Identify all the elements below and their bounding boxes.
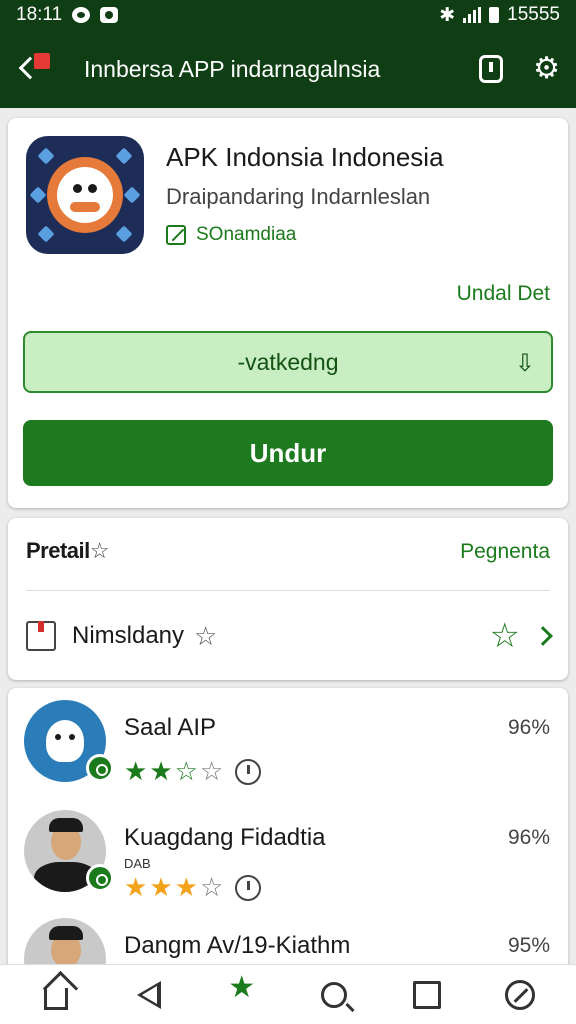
- clock-icon: [235, 874, 262, 901]
- battery-icon: [489, 7, 500, 23]
- nav-block-button[interactable]: [500, 975, 540, 1015]
- star-icon: ★: [228, 971, 256, 1004]
- list-item-percent: 95%: [507, 934, 550, 957]
- divider: [26, 590, 550, 591]
- list-item-percent: 96%: [507, 716, 550, 739]
- star-outline-icon: ☆: [194, 620, 218, 651]
- chevron-right-icon[interactable]: [533, 626, 553, 646]
- star-outline-icon: ☆: [89, 538, 110, 563]
- search-icon: [321, 981, 348, 1008]
- list-item-tag: DAB: [124, 856, 151, 871]
- secondary-button[interactable]: -vatkedng ⇩: [23, 331, 553, 393]
- section-row[interactable]: Nimsldany ☆ ☆: [26, 616, 553, 656]
- secondary-button-label: -vatkedng: [237, 348, 339, 375]
- nav-star-button[interactable]: ★: [222, 971, 262, 1015]
- review-list: Saal AIP 96% ★ ★ ☆ ☆ Kuagdang Fidadtia D…: [8, 688, 568, 1000]
- star-empty-icon: ☆: [199, 756, 224, 786]
- list-item[interactable]: Kuagdang Fidadtia DAB 96% ★ ★ ★ ☆: [8, 810, 568, 910]
- star-full-icon: ★: [174, 872, 198, 902]
- section-row-label: Nimsldany: [72, 622, 185, 649]
- flag-icon: [34, 53, 50, 69]
- section-card: Pretail☆ Pegnenta Nimsldany ☆ ☆: [8, 518, 568, 680]
- star-half-icon: ☆: [174, 756, 198, 786]
- nav-back-button[interactable]: [129, 975, 169, 1015]
- app-bar: Innbersa APP indarnagalnsia ⚙: [0, 30, 576, 108]
- battery-level: 15555: [507, 4, 560, 25]
- download-icon: ⇩: [514, 350, 535, 377]
- section-link[interactable]: Pegnenta: [460, 540, 550, 564]
- notification-icon: [72, 7, 91, 23]
- star-rating: ★ ★ ☆ ☆: [124, 756, 262, 787]
- star-empty-icon: ☆: [199, 872, 224, 902]
- list-item[interactable]: Saal AIP 96% ★ ★ ☆ ☆: [8, 700, 568, 800]
- square-icon: [412, 980, 441, 1009]
- developer-name: SOnamdiaa: [196, 224, 297, 245]
- page-title: Innbersa APP indarnagalnsia: [84, 55, 381, 82]
- nav-search-button[interactable]: [314, 975, 354, 1015]
- gear-icon[interactable]: ⚙: [533, 54, 560, 84]
- nav-home-button[interactable]: [36, 975, 76, 1015]
- download-button[interactable]: Undur: [23, 420, 553, 486]
- section-title-text: Pretail: [26, 538, 90, 563]
- status-bar: 18:11 ✱ 15555: [0, 0, 576, 30]
- section-title: Pretail☆: [26, 538, 110, 564]
- back-icon: [136, 980, 161, 1009]
- star-full-icon: ★: [124, 872, 148, 902]
- star-full-icon: ★: [149, 872, 173, 902]
- details-link[interactable]: Undal Det: [457, 282, 550, 306]
- bluetooth-icon: ✱: [439, 4, 456, 26]
- edit-icon: [166, 225, 186, 245]
- app-subtitle: Draipandaring Indarnleslan: [166, 184, 431, 209]
- app-card: APK Indonsia Indonesia Draipandaring Ind…: [8, 118, 568, 508]
- verified-badge-icon: [86, 754, 114, 782]
- star-rating: ★ ★ ★ ☆: [124, 872, 262, 903]
- developer-link[interactable]: SOnamdiaa: [166, 224, 296, 246]
- clock-icon: [235, 758, 262, 785]
- home-icon: [44, 987, 69, 1010]
- message-icon: [100, 7, 119, 23]
- list-item-percent: 96%: [507, 826, 550, 849]
- list-item-name: Saal AIP: [124, 714, 217, 741]
- download-button-label: Undur: [249, 437, 327, 468]
- favorite-star-icon[interactable]: ☆: [490, 619, 520, 653]
- bottom-nav: ★: [0, 964, 576, 1024]
- block-icon: [504, 979, 535, 1010]
- signal-icon: [463, 7, 482, 23]
- nav-recents-button[interactable]: [407, 975, 447, 1015]
- bookmark-icon[interactable]: [479, 55, 504, 83]
- bookmark-icon: [26, 621, 56, 651]
- star-full-icon: ★: [149, 756, 173, 786]
- back-button[interactable]: [16, 49, 56, 89]
- status-time: 18:11: [16, 4, 63, 25]
- app-name: APK Indonsia Indonesia: [166, 142, 444, 172]
- list-item-name: Kuagdang Fidadtia: [124, 824, 326, 851]
- star-full-icon: ★: [124, 756, 148, 786]
- app-icon: [26, 136, 144, 254]
- verified-badge-icon: [86, 864, 114, 892]
- list-item-name: Dangm Av/19-Kiathm: [124, 932, 351, 959]
